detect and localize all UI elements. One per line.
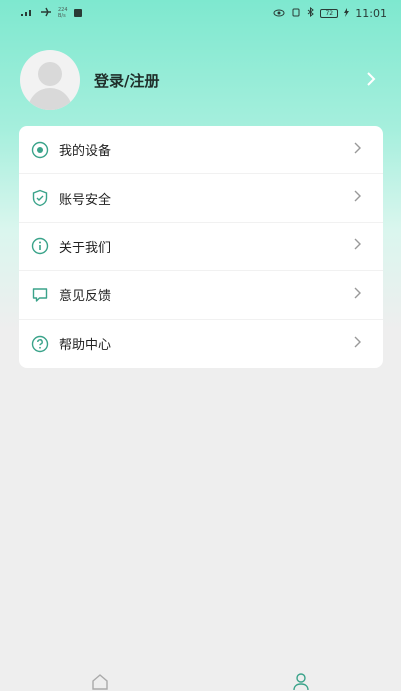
- avatar-head-shape: [38, 62, 62, 86]
- menu-item-label: 意见反馈: [59, 289, 112, 305]
- shield-icon: [31, 189, 49, 207]
- user-icon: [291, 672, 311, 691]
- network-speed-unit: B/s: [58, 13, 66, 19]
- device-icon: [31, 141, 49, 159]
- avatar[interactable]: [20, 50, 80, 110]
- menu-item-label: 账号安全: [59, 192, 112, 208]
- network-speed: 224 B/s: [58, 7, 68, 19]
- menu-item-my-devices[interactable]: 我的设备: [19, 126, 383, 175]
- menu-item-feedback[interactable]: 意见反馈: [19, 271, 383, 320]
- feedback-icon: [31, 286, 49, 304]
- menu-item-account-security[interactable]: 账号安全: [19, 174, 383, 223]
- settings-menu-card: 我的设备 账号安全 关于我们 意见反馈 帮助中心: [19, 126, 383, 368]
- menu-item-about-us[interactable]: 关于我们: [19, 223, 383, 272]
- chevron-right-icon: [353, 336, 361, 352]
- menu-item-label: 关于我们: [59, 240, 112, 256]
- notification-icon: [73, 9, 82, 17]
- signal-icon: [20, 7, 34, 20]
- menu-item-help-center[interactable]: 帮助中心: [19, 320, 383, 368]
- vibrate-icon: [291, 7, 301, 20]
- battery-icon: 72: [320, 8, 339, 18]
- status-right: 72 11:01: [273, 6, 387, 20]
- battery-level: 72: [325, 9, 334, 17]
- bottom-navigation: [0, 672, 401, 691]
- eye-icon: [273, 7, 285, 20]
- chevron-right-icon: [353, 287, 361, 303]
- clock-time: 11:01: [355, 6, 387, 20]
- nav-tab-home[interactable]: [70, 672, 130, 691]
- status-left: 224 B/s: [20, 7, 82, 20]
- help-icon: [31, 335, 49, 353]
- avatar-body-shape: [28, 88, 72, 110]
- chevron-right-icon: [353, 190, 361, 206]
- login-register-label[interactable]: 登录/注册: [94, 70, 366, 91]
- menu-item-label: 帮助中心: [59, 338, 112, 354]
- chevron-right-icon: [366, 70, 376, 91]
- status-bar: 224 B/s 72 11:01: [0, 0, 401, 26]
- chevron-right-icon: [353, 238, 361, 254]
- info-icon: [31, 237, 49, 255]
- chevron-right-icon: [353, 142, 361, 158]
- profile-login-row[interactable]: 登录/注册: [20, 50, 382, 110]
- bluetooth-icon: [307, 6, 315, 20]
- menu-item-label: 我的设备: [59, 144, 112, 160]
- home-icon: [90, 672, 110, 691]
- nav-tab-mine[interactable]: [271, 672, 331, 691]
- airplane-icon: [40, 7, 52, 20]
- charging-icon: [344, 7, 350, 20]
